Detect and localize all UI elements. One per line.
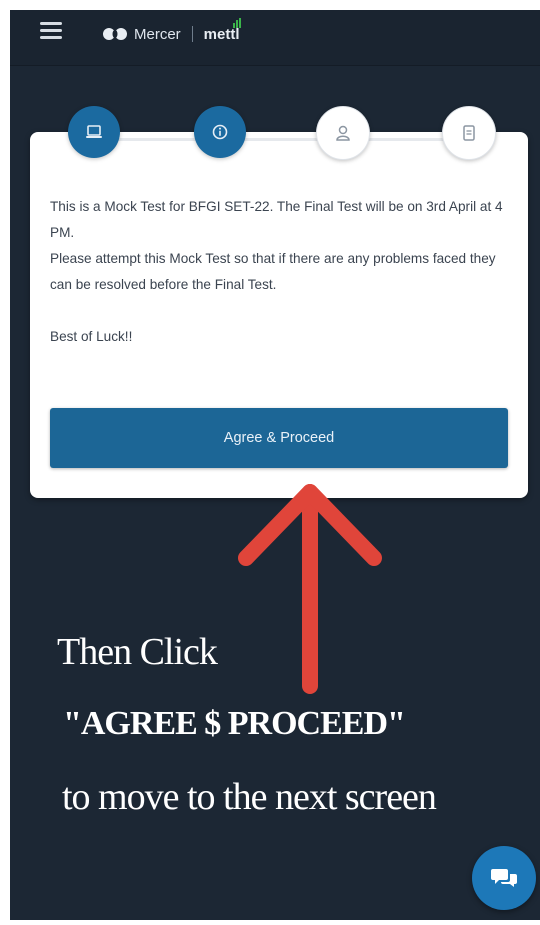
- hamburger-menu-icon[interactable]: [40, 22, 62, 40]
- app-screen: Mercer mettl This is a Mock Test for BFG…: [10, 10, 540, 920]
- document-icon: [463, 125, 475, 141]
- user-icon: [336, 125, 350, 141]
- test-message: This is a Mock Test for BFGI SET-22. The…: [50, 199, 503, 344]
- brand-divider: [191, 26, 193, 42]
- agree-proceed-button[interactable]: Agree & Proceed: [50, 408, 508, 468]
- progress-line: [92, 138, 482, 141]
- brand-name: Mercer: [134, 25, 181, 43]
- info-icon: [212, 124, 228, 140]
- brand-logo: Mercer mettl: [102, 17, 241, 44]
- step-document: [442, 106, 496, 160]
- brand-sub: mettl: [204, 17, 241, 43]
- chat-icon: [491, 869, 517, 887]
- mettl-bars-icon: [232, 17, 241, 28]
- chat-button[interactable]: [472, 846, 536, 910]
- instruction-line-1: Then Click: [57, 631, 218, 673]
- step-info: [194, 106, 246, 158]
- step-user: [316, 106, 370, 160]
- mercer-logo-icon: [103, 28, 127, 40]
- instruction-line-3: to move to the next screen: [62, 776, 437, 818]
- step-laptop: [68, 106, 120, 158]
- pointer-arrow-icon: [238, 484, 382, 694]
- instruction-line-2: "AGREE $ PROCEED": [63, 705, 406, 742]
- top-bar: Mercer mettl: [10, 10, 540, 66]
- laptop-icon: [86, 125, 102, 138]
